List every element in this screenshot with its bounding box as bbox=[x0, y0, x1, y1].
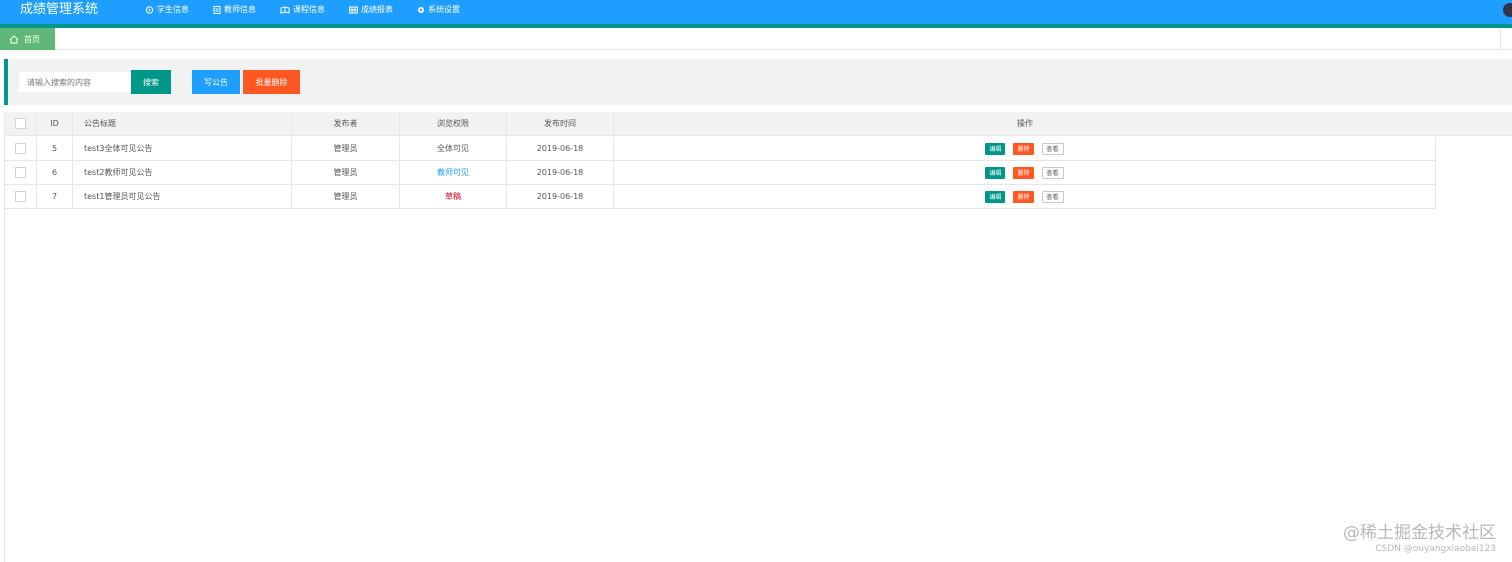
table-row: 6 test2教师可见公告 管理员 教师可见 2019-06-18 编辑 删除 … bbox=[5, 161, 1436, 185]
nav-item-course[interactable]: 课程信息 bbox=[280, 5, 325, 15]
student-icon bbox=[145, 6, 154, 14]
watermark-main: @稀土掘金技术社区 bbox=[1343, 523, 1496, 543]
edit-button[interactable]: 编辑 bbox=[985, 166, 1006, 179]
header-checkbox-cell bbox=[5, 112, 37, 135]
tab-home-label: 首页 bbox=[24, 34, 40, 44]
row-title: test1管理员可见公告 bbox=[73, 185, 292, 208]
search-button[interactable]: 搜索 bbox=[131, 70, 171, 94]
row-publisher: 管理员 bbox=[292, 161, 400, 184]
nav-label: 成绩报表 bbox=[361, 5, 393, 14]
row-checkbox-cell bbox=[5, 185, 37, 208]
row-permission: 全体可见 bbox=[400, 137, 507, 160]
row-checkbox[interactable] bbox=[15, 167, 26, 178]
edit-button[interactable]: 编辑 bbox=[985, 142, 1006, 155]
home-icon bbox=[9, 34, 19, 43]
watermark: @稀土掘金技术社区 CSDN @ouyangxiaobai123 bbox=[1343, 523, 1496, 555]
main-nav: 学生信息 教师信息 课程信息 成绩报表 系统设置 bbox=[145, 5, 484, 15]
delete-button[interactable]: 删除 bbox=[1013, 190, 1034, 203]
view-button[interactable]: 查看 bbox=[1041, 166, 1064, 179]
top-header: 成绩管理系统 学生信息 教师信息 课程信息 成绩报表 系统设置 bbox=[0, 0, 1512, 24]
row-publisher: 管理员 bbox=[292, 185, 400, 208]
table-row: 5 test3全体可见公告 管理员 全体可见 2019-06-18 编辑 删除 … bbox=[5, 137, 1436, 161]
row-ops: 编辑 删除 查看 bbox=[614, 161, 1436, 184]
row-id: 5 bbox=[37, 137, 73, 160]
delete-button[interactable]: 删除 bbox=[1013, 166, 1034, 179]
edit-button[interactable]: 编辑 bbox=[985, 190, 1006, 203]
row-checkbox-cell bbox=[5, 161, 37, 184]
row-title: test3全体可见公告 bbox=[73, 137, 292, 160]
nav-item-student[interactable]: 学生信息 bbox=[145, 5, 189, 15]
nav-item-settings[interactable]: 系统设置 bbox=[417, 5, 460, 15]
tab-bar-divider bbox=[1500, 28, 1501, 50]
select-all-checkbox[interactable] bbox=[15, 118, 26, 129]
table-row: 7 test1管理员可见公告 管理员 草稿 2019-06-18 编辑 删除 查… bbox=[5, 185, 1436, 209]
nav-item-report[interactable]: 成绩报表 bbox=[349, 5, 393, 15]
row-checkbox[interactable] bbox=[15, 143, 26, 154]
row-checkbox[interactable] bbox=[15, 191, 26, 202]
nav-item-teacher[interactable]: 教师信息 bbox=[213, 5, 256, 15]
course-icon bbox=[280, 6, 290, 14]
search-input[interactable] bbox=[18, 71, 132, 93]
write-notice-button[interactable]: 写公告 bbox=[192, 70, 240, 94]
header-publisher: 发布者 bbox=[292, 112, 400, 135]
watermark-sub: CSDN @ouyangxiaobai123 bbox=[1375, 544, 1496, 554]
header-time: 发布时间 bbox=[507, 112, 614, 135]
nav-label: 学生信息 bbox=[157, 5, 189, 14]
row-checkbox-cell bbox=[5, 137, 37, 160]
view-button[interactable]: 查看 bbox=[1041, 190, 1064, 203]
app-title: 成绩管理系统 bbox=[20, 2, 99, 17]
row-ops: 编辑 删除 查看 bbox=[614, 137, 1436, 160]
header-id: ID bbox=[37, 112, 73, 135]
gear-icon bbox=[418, 7, 424, 13]
table-header: ID 公告标题 发布者 浏览权限 发布时间 操作 bbox=[5, 112, 1512, 136]
nav-label: 教师信息 bbox=[224, 5, 256, 14]
row-publisher: 管理员 bbox=[292, 137, 400, 160]
row-permission: 教师可见 bbox=[400, 161, 507, 184]
row-title: test2教师可见公告 bbox=[73, 161, 292, 184]
row-time: 2019-06-18 bbox=[507, 185, 614, 208]
row-id: 6 bbox=[37, 161, 73, 184]
batch-delete-button[interactable]: 批量删除 bbox=[243, 70, 300, 94]
nav-label: 系统设置 bbox=[428, 5, 460, 14]
view-button[interactable]: 查看 bbox=[1041, 142, 1064, 155]
report-icon bbox=[349, 6, 358, 14]
notice-table: ID 公告标题 发布者 浏览权限 发布时间 操作 5 test3全体可见公告 管… bbox=[4, 112, 1512, 562]
row-id: 7 bbox=[37, 185, 73, 208]
tab-bar: 首页 bbox=[0, 28, 1512, 50]
row-time: 2019-06-18 bbox=[507, 161, 614, 184]
nav-label: 课程信息 bbox=[293, 5, 325, 14]
search-toolbar: 搜索 写公告 批量删除 bbox=[4, 59, 1512, 105]
teacher-icon bbox=[213, 6, 221, 14]
header-permission: 浏览权限 bbox=[400, 112, 507, 135]
avatar[interactable] bbox=[1503, 3, 1512, 17]
row-ops: 编辑 删除 查看 bbox=[614, 185, 1436, 208]
row-time: 2019-06-18 bbox=[507, 137, 614, 160]
row-permission: 草稿 bbox=[400, 185, 507, 208]
tab-home[interactable]: 首页 bbox=[0, 28, 55, 50]
header-title: 公告标题 bbox=[73, 112, 292, 135]
header-ops: 操作 bbox=[1017, 119, 1033, 128]
delete-button[interactable]: 删除 bbox=[1013, 142, 1034, 155]
